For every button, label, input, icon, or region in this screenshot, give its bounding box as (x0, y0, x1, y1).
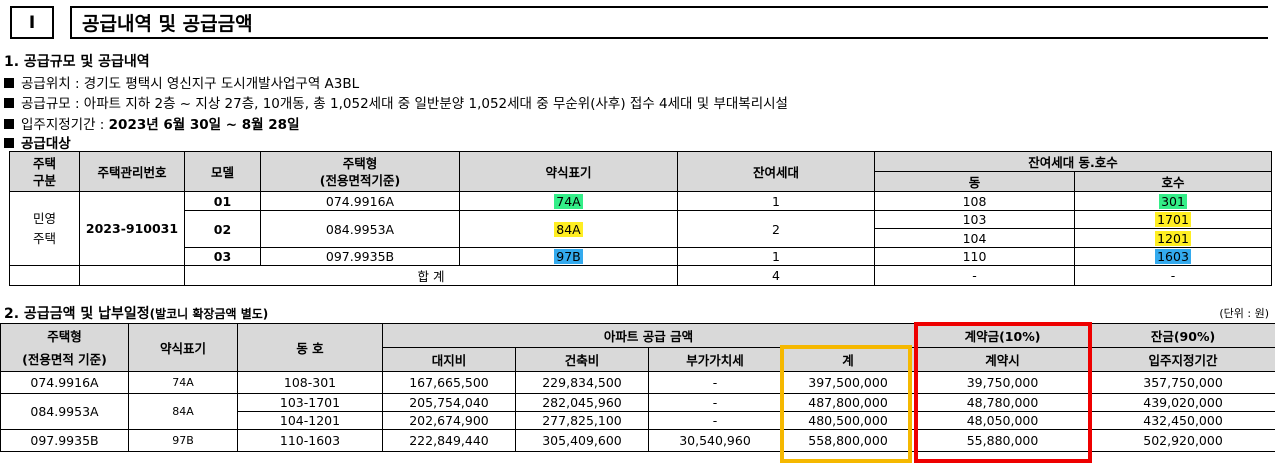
cell-dongho: 110-1603 (237, 429, 383, 452)
th-ho: 호수 (1073, 171, 1273, 192)
cell-dongho: 104-1201 (237, 411, 383, 430)
section2-title: 2. 공급금액 및 납부일정(발코니 확장금액 별도) (4, 306, 269, 322)
th-mgmt-no: 주택관리번호 (79, 151, 185, 192)
th-abbr: 약식표기 (128, 323, 238, 372)
bullet-icon (4, 98, 14, 108)
th-land: 대지비 (382, 347, 516, 372)
cell-model: 01 (184, 191, 261, 211)
cell-vat: - (648, 371, 782, 394)
cell-building: 305,409,600 (515, 429, 649, 452)
cell-ho: 1201 (1073, 228, 1273, 248)
page-title: 공급내역 및 공급금액 (70, 6, 1268, 39)
cell-housing: 074.9916A (0, 371, 129, 394)
ho-highlight: 1701 (1155, 212, 1191, 227)
th-dongho: 동 호 (237, 323, 383, 372)
cell-remain: 2 (677, 210, 875, 248)
th-dong: 동 (874, 171, 1075, 192)
supply-scale: 공급규모 : 아파트 지하 2층 ~ 지상 27층, 10개동, 총 1,052… (4, 92, 788, 112)
cell-land: 205,754,040 (382, 393, 516, 412)
cell-housing: 074.9916A (260, 191, 460, 211)
cell-housing: 097.9935B (0, 429, 129, 452)
cell-vat: 30,540,960 (648, 429, 782, 452)
cell-abbr: 97B (459, 247, 678, 266)
th-housing: 주택형 (전용면적 기준) (0, 323, 129, 372)
th-building: 건축비 (515, 347, 649, 372)
cell-housing: 097.9935B (260, 247, 460, 266)
cell-dongho: 108-301 (237, 371, 383, 394)
cell-ho: 301 (1073, 191, 1273, 211)
cell-remain: 1 (677, 191, 875, 211)
cell-ho: 1603 (1073, 247, 1273, 266)
cell-housing-type: 민영 주택 (9, 191, 80, 266)
th-housing-type: 주택 구분 (9, 151, 80, 192)
cell-ho: 1701 (1073, 210, 1273, 229)
total-remain: 4 (677, 265, 875, 286)
cell-housing: 084.9953A (0, 393, 129, 430)
th-model: 모델 (184, 151, 261, 192)
deposit-column-highlight (914, 322, 1092, 463)
cell-abbr: 74A (459, 191, 678, 211)
bullet-icon (4, 119, 14, 129)
cell-balance: 502,920,000 (1090, 429, 1275, 452)
cell-balance: 439,020,000 (1090, 393, 1275, 412)
th-abbr: 약식표기 (459, 151, 678, 192)
cell-dong: 103 (874, 210, 1075, 229)
th-vat: 부가가치세 (648, 347, 782, 372)
cell-land: 167,665,500 (382, 371, 516, 394)
abbr-highlight: 97B (554, 249, 583, 264)
supply-target: 공급대상 (4, 132, 71, 152)
cell-abbr: 84A (128, 393, 238, 430)
cell-abbr: 84A (459, 210, 678, 248)
ho-highlight: 1603 (1155, 249, 1191, 264)
cell-model: 03 (184, 247, 261, 266)
cell-balance: 432,450,000 (1090, 411, 1275, 430)
cell-dong: 108 (874, 191, 1075, 211)
total-label: 합 계 (184, 265, 678, 286)
bullet-icon (4, 138, 14, 148)
cell-vat: - (648, 393, 782, 412)
cell-building: 229,834,500 (515, 371, 649, 394)
th-remain-units: 잔여세대 동.호수 (873, 151, 1273, 172)
cell-vat: - (648, 411, 782, 430)
cell-total-type (9, 265, 80, 286)
cell-model: 02 (184, 210, 261, 248)
sum-column-highlight (780, 345, 912, 463)
cell-remain: 1 (677, 247, 875, 266)
section1-title: 1. 공급규모 및 공급내역 (4, 54, 150, 70)
th-housing: 주택형 (전용면적기준) (260, 151, 460, 192)
total-dong: - (874, 265, 1075, 286)
cell-abbr: 74A (128, 371, 238, 394)
total-ho: - (1073, 265, 1273, 286)
cell-mgmt-no: 2023-910031 (79, 191, 185, 266)
th-remain: 잔여세대 (677, 151, 875, 192)
ho-highlight: 301 (1159, 193, 1187, 209)
cell-dong: 104 (874, 228, 1075, 248)
cell-balance: 357,750,000 (1090, 371, 1275, 394)
th-apt-price: 아파트 공급 금액 (381, 323, 916, 348)
supply-location: 공급위치 : 경기도 평택시 영신지구 도시개발사업구역 A3BL (4, 72, 359, 92)
movein-period: 입주지정기간 : 2023년 6월 30일 ~ 8월 28일 (4, 113, 300, 133)
cell-housing: 084.9953A (260, 210, 460, 248)
abbr-highlight: 74A (554, 193, 583, 209)
abbr-highlight: 84A (554, 221, 583, 237)
cell-building: 282,045,960 (515, 393, 649, 412)
cell-building: 277,825,100 (515, 411, 649, 430)
unit-label: (단위 : 원) (1219, 307, 1269, 320)
supply-target-table: 주택 구분 주택관리번호 모델 주택형 (전용면적기준) 약식표기 잔여세대 잔… (9, 151, 1273, 286)
th-balance: 잔금(90%) (1090, 323, 1275, 348)
section-number: I (10, 6, 54, 39)
ho-highlight: 1201 (1155, 230, 1191, 246)
bullet-icon (4, 78, 14, 88)
cell-dong: 110 (874, 247, 1075, 266)
cell-abbr: 97B (128, 429, 238, 452)
cell-land: 202,674,900 (382, 411, 516, 430)
cell-total-blank (79, 265, 185, 286)
cell-dongho: 103-1701 (237, 393, 383, 412)
th-balance-when: 입주지정기간 (1090, 347, 1275, 372)
cell-land: 222,849,440 (382, 429, 516, 452)
